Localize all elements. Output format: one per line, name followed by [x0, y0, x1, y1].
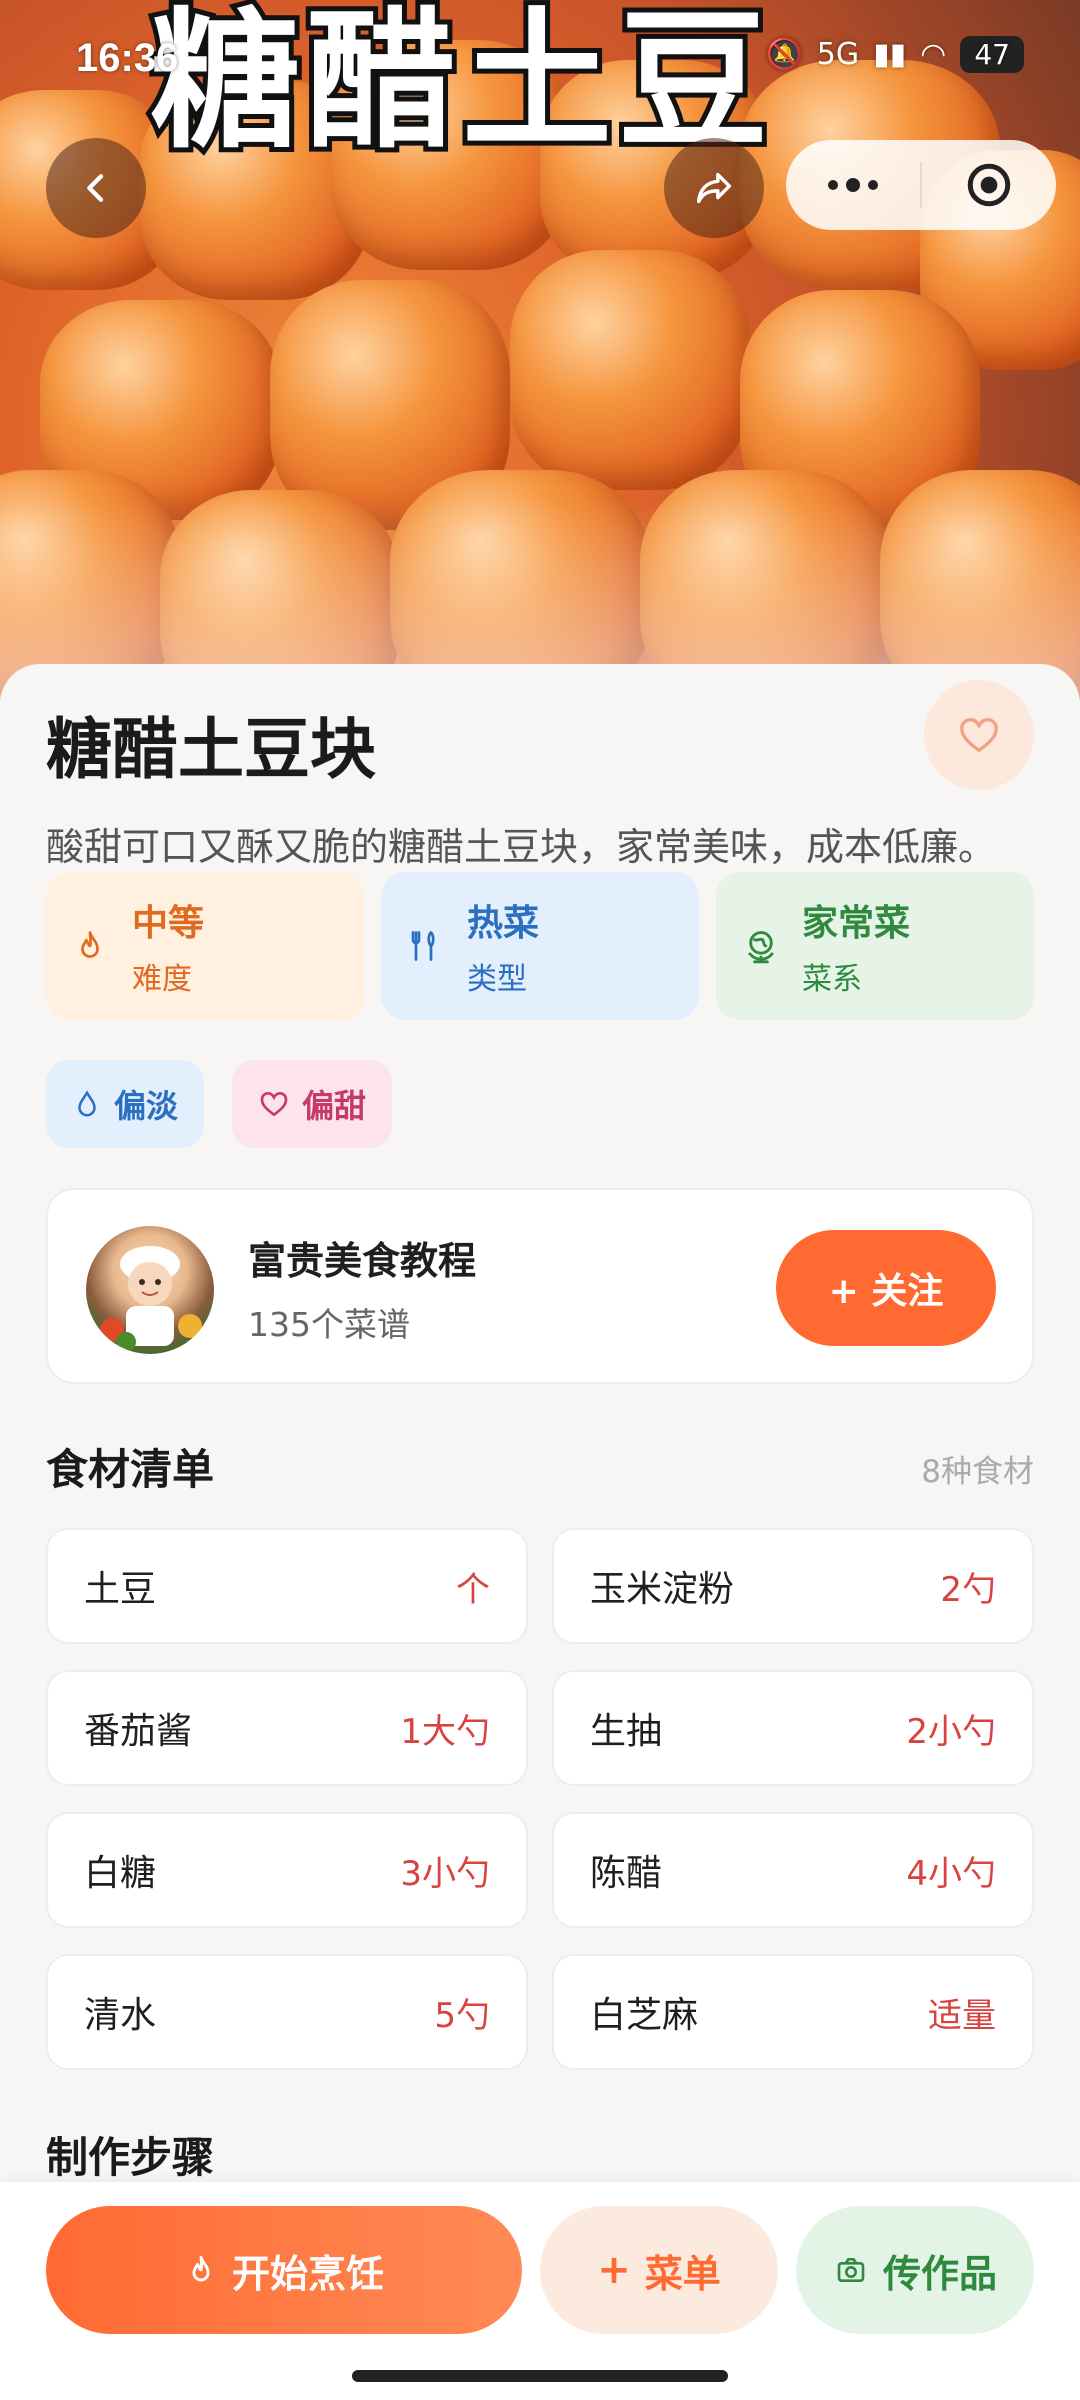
- close-miniprogram-button[interactable]: [922, 140, 1056, 230]
- difficulty-value: 中等: [132, 903, 205, 944]
- ingredient-name: 番茄酱: [84, 1711, 193, 1752]
- start-cooking-button[interactable]: 开始烹饪: [46, 2206, 522, 2334]
- signal-icon: ▮▮: [873, 37, 907, 72]
- type-label: 类型: [467, 962, 527, 997]
- droplet-icon: [78, 1090, 96, 1117]
- tag-sweet[interactable]: 偏甜: [232, 1060, 393, 1148]
- flame-icon: [81, 931, 99, 958]
- plus-icon: +: [597, 2247, 631, 2293]
- ingredient-qty: 个: [456, 1569, 490, 1610]
- chef-avatar-icon: [100, 1246, 202, 1352]
- more-button[interactable]: [786, 140, 920, 230]
- globe-icon: [748, 931, 774, 964]
- ingredient-qty: 5勺: [434, 1995, 490, 2036]
- more-dots-icon: [828, 178, 878, 192]
- share-arrow-icon: [696, 172, 732, 204]
- ingredient-name: 生抽: [590, 1711, 663, 1752]
- ingredient-item: 白芝麻 适量: [552, 1954, 1034, 2070]
- ingredient-qty: 适量: [928, 1995, 996, 2036]
- recipe-description: 酸甜可口又酥又脆的糖醋土豆块，家常美味，成本低廉。: [46, 825, 997, 869]
- ingredient-name: 陈醋: [590, 1853, 663, 1894]
- author-recipe-count: 135个菜谱: [248, 1305, 410, 1344]
- tag-sweet-label: 偏甜: [302, 1087, 367, 1125]
- bottom-action-bar: 开始烹饪 + 菜单 传作品: [0, 2182, 1080, 2400]
- target-icon: [967, 163, 1011, 207]
- ingredient-item: 陈醋 4小勺: [552, 1812, 1034, 1928]
- ingredient-qty: 2勺: [940, 1569, 996, 1610]
- ingredient-item: 清水 5勺: [46, 1954, 528, 2070]
- upload-work-button[interactable]: 传作品: [796, 2206, 1034, 2334]
- favorite-button[interactable]: [924, 680, 1034, 790]
- type-card: 热菜 类型: [381, 872, 699, 1020]
- ingredient-qty: 1大勺: [400, 1711, 490, 1752]
- back-button[interactable]: [46, 138, 146, 238]
- ingredient-item: 玉米淀粉 2勺: [552, 1528, 1034, 1644]
- difficulty-label: 难度: [132, 962, 192, 997]
- share-button[interactable]: [664, 138, 764, 238]
- camera-icon: [837, 2258, 865, 2282]
- tag-light[interactable]: 偏淡: [46, 1060, 205, 1148]
- ingredient-name: 土豆: [84, 1569, 157, 1610]
- author-card[interactable]: 富贵美食教程 135个菜谱 + 关注: [46, 1188, 1034, 1384]
- ingredients-title: 食材清单: [46, 1445, 215, 1494]
- author-name: 富贵美食教程: [248, 1239, 477, 1283]
- fork-knife-icon: [411, 931, 435, 961]
- ingredient-qty: 4小勺: [906, 1853, 996, 1894]
- status-time: 16:36: [76, 36, 179, 80]
- battery-indicator: 47: [960, 36, 1024, 73]
- ingredient-name: 清水: [84, 1995, 157, 2036]
- ingredient-item: 白糖 3小勺: [46, 1812, 528, 1928]
- tag-light-label: 偏淡: [114, 1087, 179, 1125]
- cuisine-label: 菜系: [802, 962, 862, 997]
- steps-title: 制作步骤: [46, 2133, 215, 2182]
- follow-button[interactable]: + 关注: [776, 1230, 996, 1346]
- ingredient-name: 玉米淀粉: [590, 1569, 735, 1610]
- miniprogram-capsule: [786, 140, 1056, 230]
- upload-label: 传作品: [882, 2251, 997, 2296]
- ingredient-qty: 3小勺: [400, 1853, 490, 1894]
- ingredient-item: 土豆 个: [46, 1528, 528, 1644]
- ingredient-item: 生抽 2小勺: [552, 1670, 1034, 1786]
- cuisine-value: 家常菜: [802, 903, 911, 944]
- menu-label: 菜单: [644, 2251, 721, 2296]
- chevron-left-icon: [87, 174, 104, 202]
- recipe-page: 糖醋土豆 16:36 🔕 5G ▮▮ ◠ 47 糖醋土豆块 酸甜可口又酥又脆的糖…: [0, 0, 1080, 2400]
- status-bar: 16:36 🔕 5G ▮▮ ◠ 47: [0, 0, 1080, 110]
- cuisine-card: 家常菜 菜系: [716, 872, 1034, 1020]
- type-value: 热菜: [467, 903, 540, 944]
- start-cooking-label: 开始烹饪: [231, 2251, 384, 2296]
- recipe-title: 糖醋土豆块: [46, 711, 376, 788]
- ingredient-qty: 2小勺: [906, 1711, 996, 1752]
- heart-icon: [260, 1091, 288, 1117]
- ingredient-name: 白芝麻: [590, 1995, 699, 2036]
- home-indicator: [352, 2370, 728, 2382]
- difficulty-card: 中等 难度: [46, 872, 364, 1020]
- ingredient-item: 番茄酱 1大勺: [46, 1670, 528, 1786]
- mute-icon: 🔕: [765, 37, 803, 72]
- flame-icon: [192, 2255, 210, 2282]
- add-to-menu-button[interactable]: + 菜单: [540, 2206, 778, 2334]
- avatar[interactable]: [86, 1226, 214, 1354]
- wifi-icon: ◠: [920, 37, 947, 72]
- network-label: 5G: [816, 37, 860, 72]
- heart-icon: [960, 717, 998, 753]
- ingredient-name: 白糖: [84, 1853, 157, 1894]
- ingredients-count: 8种食材: [921, 1454, 1034, 1490]
